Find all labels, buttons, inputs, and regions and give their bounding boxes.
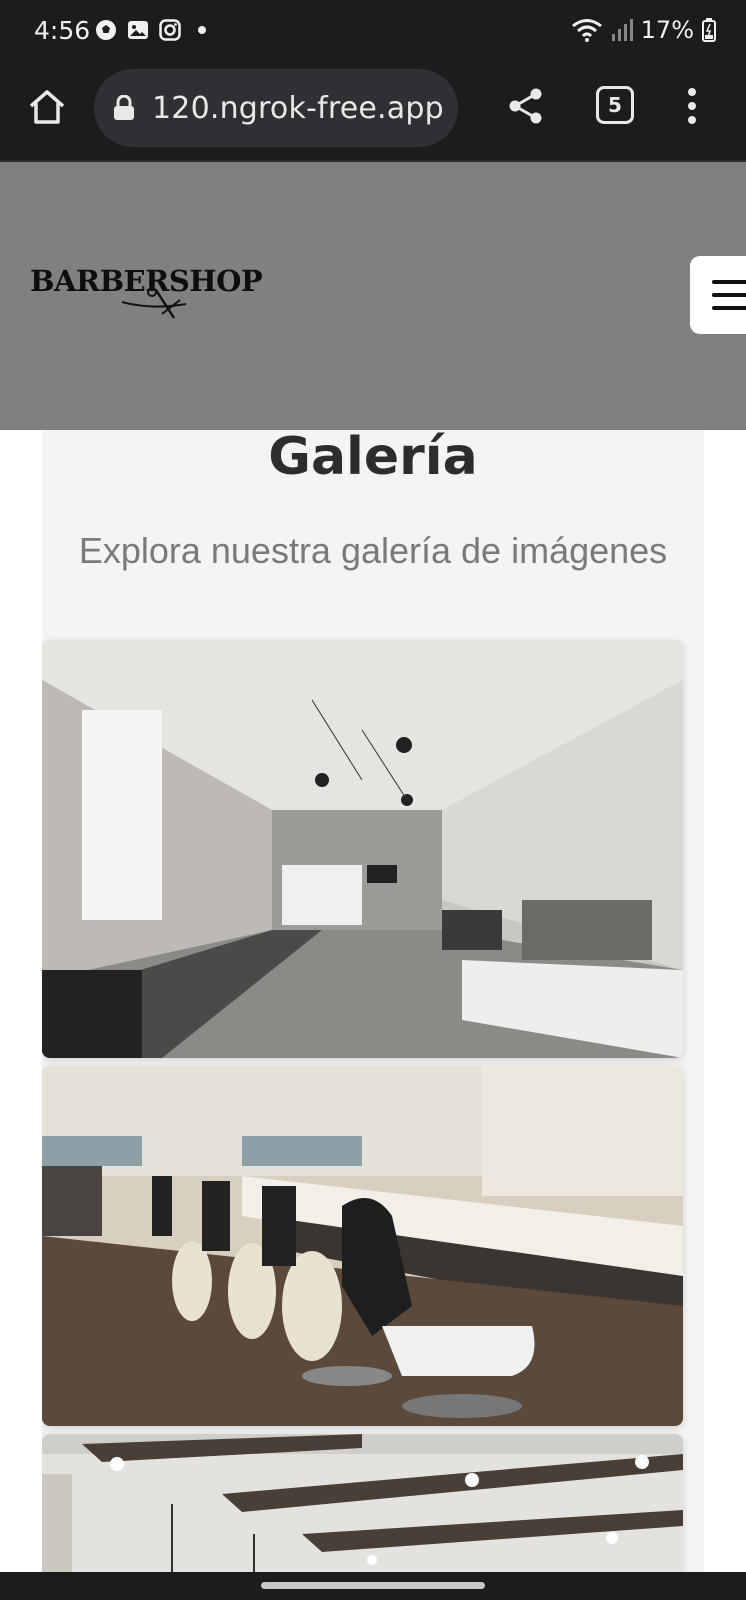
gallery-image-3[interactable] <box>42 1434 683 1572</box>
gallery-image-1[interactable] <box>42 640 683 1058</box>
barbershop-logo[interactable]: BarberShop <box>30 258 263 328</box>
battery-icon <box>702 18 716 42</box>
gallery-subtitle: Explora nuestra galería de imágenes <box>78 530 668 571</box>
instagram-icon <box>159 19 181 41</box>
share-icon <box>509 88 542 124</box>
wifi-icon <box>571 19 602 42</box>
scissors-icon <box>122 287 187 319</box>
system-nav-bar <box>0 1572 746 1600</box>
url-text: 120.ngrok-free.app <box>152 90 444 126</box>
gallery-image-2[interactable] <box>42 1066 683 1426</box>
more-vert-button[interactable] <box>680 86 704 126</box>
more-vert-icon <box>688 88 696 96</box>
gallery-icon <box>128 21 148 39</box>
gallery-title: Galería <box>268 430 478 487</box>
battery-percent: 17% <box>640 16 694 44</box>
status-time: 4:56 <box>34 16 91 45</box>
tabs-button[interactable]: 5 <box>596 86 634 124</box>
home-button[interactable] <box>24 84 70 130</box>
hamburger-icon <box>712 280 746 284</box>
status-icons-right: 17% <box>571 16 716 44</box>
address-bar[interactable]: 120.ngrok-free.app <box>94 69 458 147</box>
signal-icon <box>611 19 633 41</box>
browser-toolbar: 120.ngrok-free.app 5 <box>0 64 746 162</box>
gallery-section: Galería Explora nuestra galería de imáge… <box>42 430 704 1572</box>
menu-button[interactable] <box>690 256 746 334</box>
gesture-handle[interactable] <box>261 1582 485 1589</box>
status-icons-left <box>94 18 206 42</box>
status-bar: 4:56 17% <box>0 0 746 64</box>
dot-icon <box>198 26 206 34</box>
soccer-ball-icon <box>96 20 116 40</box>
site-header: BarberShop <box>0 162 746 430</box>
share-button[interactable] <box>506 86 546 126</box>
lock-icon <box>114 95 134 120</box>
home-icon <box>29 90 65 124</box>
